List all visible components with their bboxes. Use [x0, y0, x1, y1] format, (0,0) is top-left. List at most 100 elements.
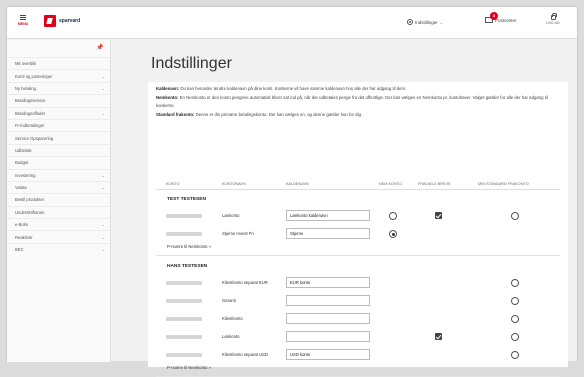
account-number-masked — [166, 214, 202, 218]
sidebar-item-label: Konti og posteringer — [15, 73, 53, 79]
sidebar-item-label: Underskriftsrum — [15, 209, 45, 215]
sidebar-item-label: e-Boks — [15, 222, 29, 228]
info-standard: Standard frakonto: Denne er din primære … — [156, 112, 363, 118]
account-number-masked — [166, 317, 202, 321]
account-number-masked — [166, 281, 202, 285]
sidebar-item[interactable]: Konti og posteringer ⌄ — [7, 69, 111, 81]
sidebar-item-label: Investering — [15, 172, 36, 178]
sidebar-item[interactable]: e-Boks ⌄ — [7, 218, 111, 230]
standard-account-radio[interactable] — [511, 297, 519, 305]
nickname-input[interactable]: USD konto — [286, 349, 370, 360]
account-name: Lønkonto — [222, 213, 240, 218]
standard-account-radio[interactable] — [511, 212, 519, 220]
account-name: Lønkonto — [222, 334, 240, 339]
messages-label: Postcenter — [495, 17, 517, 23]
chevron-down-icon: ⌄ — [101, 73, 105, 79]
sidebar-item[interactable]: Betalingsoffader ⌄ — [7, 106, 111, 119]
sidebar-item-label: BEC — [15, 247, 24, 253]
col-konto: KONTO — [166, 182, 180, 186]
sidebar-item[interactable]: Mit overblik — [7, 57, 111, 69]
nickname-input[interactable] — [286, 295, 370, 306]
sidebar-item[interactable]: Investering ⌄ — [7, 168, 111, 181]
nemkonto-radio[interactable] — [389, 212, 397, 220]
nemkonto-radio[interactable] — [389, 230, 397, 238]
opt-out-letters-checkbox[interactable] — [435, 212, 442, 219]
account-name: Garanti — [222, 298, 236, 303]
col-kontonavn: KONTONAVN — [222, 182, 246, 186]
account-number-masked — [166, 299, 202, 303]
sidebar-item[interactable]: Underskriftsrum — [7, 205, 111, 218]
table-row: Lønkonto Lønkonto kaldenavn — [156, 210, 560, 224]
sidebar-item-label: Fr-indbetalinger — [15, 123, 45, 129]
sidebar-item[interactable]: Service Opsparering — [7, 131, 111, 143]
chevron-down-icon: ⌄ — [101, 222, 105, 228]
lock-icon — [550, 13, 557, 20]
bank-logo[interactable]: sparvard — [44, 15, 80, 27]
account-name: Stjerne Invest Fri — [222, 231, 254, 236]
standard-account-radio[interactable] — [511, 351, 519, 359]
col-nem-konto: NEM KONTO — [379, 182, 402, 186]
messages-count-badge: 8 — [490, 12, 498, 20]
standard-account-radio[interactable] — [511, 315, 519, 323]
sidebar-nav: Mit overblik Konti og posteringer ⌄ Ny beta… — [7, 57, 111, 255]
info-text: Kaldenavn: Du kan herunder ændre kaldena… — [156, 85, 566, 120]
menu-button[interactable]: MENU — [16, 14, 30, 26]
app-window: MENU sparvard Indstillinger ⌄ 8 Postcent… — [6, 6, 578, 377]
nickname-input[interactable]: EUR konto — [286, 277, 370, 288]
account-holder-name: TEST TESTESEN — [167, 197, 206, 202]
account-holder-name: HANS TESTESEN — [167, 264, 208, 269]
chevron-down-icon: ⌄ — [439, 19, 444, 25]
sidebar-item-label: Betalingsservice — [15, 98, 46, 104]
chevron-down-icon: ⌄ — [101, 172, 105, 178]
bank-logo-icon — [44, 15, 56, 27]
sidebar-item[interactable]: Fr-indbetalinger — [7, 118, 111, 131]
hamburger-icon — [16, 15, 30, 20]
info-nemkonto: Nemkonto: En Nemkonto er den konto penge… — [156, 94, 548, 109]
col-fravaelg-breve: FRAVÆLG BREVE — [418, 182, 451, 186]
sidebar-item-label: Bestil produkter — [15, 197, 45, 203]
nickname-input[interactable] — [286, 313, 370, 324]
col-kaldenavn: KALDENAVN — [286, 182, 309, 186]
sidebar-item[interactable]: BEC ⌄ — [7, 242, 111, 255]
sidebar-item[interactable]: Udbetale — [7, 143, 111, 156]
sidebar-item[interactable]: Reaktivér ⌄ — [7, 230, 111, 242]
chevron-down-icon: ⌄ — [101, 85, 105, 91]
logout-button[interactable]: LOG UD — [543, 13, 563, 25]
sidebar-item[interactable]: Ny betaling ⌄ — [7, 81, 111, 94]
table-row: Klientkonto separat EUR EUR konto — [156, 277, 560, 291]
sidebar-item[interactable]: Valuta ⌄ — [7, 180, 111, 193]
sidebar-item[interactable]: Budget — [7, 156, 111, 168]
account-name: Klientkonto separat EUR — [222, 280, 268, 285]
pin-icon[interactable]: 📌 — [96, 44, 103, 51]
settings-menu-button[interactable]: Indstillinger ⌄ — [407, 19, 443, 25]
chevron-down-icon: ⌄ — [101, 247, 105, 253]
account-name: Klientkonto separat USD — [222, 352, 268, 357]
sidebar-item-label: Udbetale — [15, 147, 32, 153]
top-bar: MENU sparvard Indstillinger ⌄ 8 Postcent… — [7, 7, 577, 39]
opt-out-letters-checkbox[interactable] — [435, 333, 442, 340]
sidebar-item[interactable]: Bestil produkter — [7, 193, 111, 205]
account-number-masked — [166, 232, 202, 236]
account-name: Klientkonto — [222, 316, 243, 321]
sidebar-item-label: Betalingsoffader — [15, 110, 46, 116]
sidebar-item-label: Budget — [15, 160, 29, 166]
messages-button[interactable]: 8 Postcenter — [485, 12, 517, 23]
nickname-input[interactable]: Lønkonto kaldenavn — [286, 210, 370, 221]
standard-account-radio[interactable] — [511, 279, 519, 287]
sidebar-item-label: Reaktivér — [15, 234, 33, 240]
sidebar-item-label: Mit overblik — [15, 61, 37, 67]
chevron-down-icon: ⌄ — [101, 110, 105, 116]
table-row: Garanti — [156, 295, 560, 309]
sidebar-item-label: Ny betaling — [15, 85, 36, 91]
sidebar-item[interactable]: Betalingsservice — [7, 94, 111, 106]
group-divider — [156, 255, 560, 256]
sidebar-item-label: Service Opsparering — [15, 135, 54, 141]
nickname-input[interactable]: Stjerne — [286, 228, 370, 239]
table-row: Lønkonto — [156, 331, 560, 345]
nickname-input[interactable] — [286, 331, 370, 342]
standard-account-radio[interactable] — [511, 333, 519, 341]
p-numbers-link[interactable]: P-numre til Nemkonto » — [167, 365, 211, 370]
settings-label: Indstillinger — [415, 19, 438, 25]
sidebar-item-label: Valuta — [15, 185, 27, 191]
p-numbers-link[interactable]: P-numre til Nemkonto » — [167, 244, 211, 249]
